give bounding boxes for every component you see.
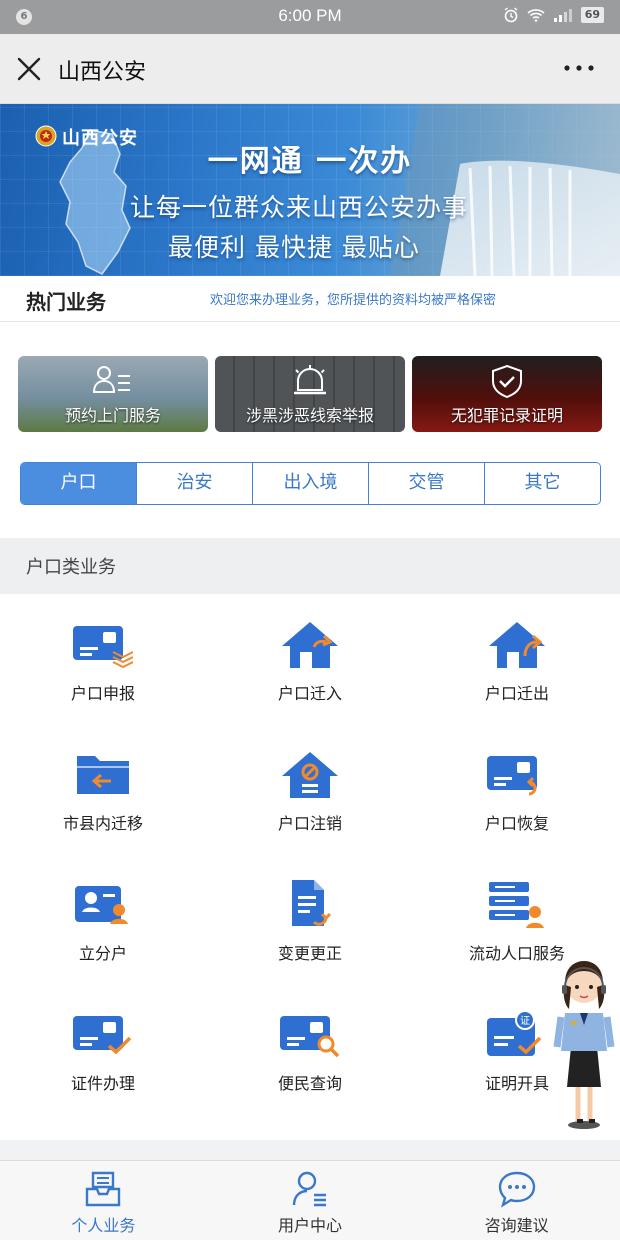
app-screen: 6 6:00 PM 69 山西公安 山西公安 一网通 一次办 让每一位群众来山西… bbox=[0, 0, 620, 1240]
id-card-restore-icon bbox=[487, 756, 537, 796]
service-label: 户口迁入 bbox=[277, 684, 342, 703]
certificate-check-icon: 证 bbox=[487, 1010, 542, 1056]
chat-bubble-icon bbox=[498, 1171, 535, 1208]
svg-text:证: 证 bbox=[520, 1015, 530, 1027]
signal-icon bbox=[553, 9, 572, 22]
hot-card-crime-report[interactable]: 涉黑涉恶线索举报 bbox=[215, 356, 405, 432]
tab-exit-entry[interactable]: 出入境 bbox=[253, 463, 369, 504]
hot-card-label: 涉黑涉恶线索举报 bbox=[245, 406, 374, 425]
id-card-search-icon bbox=[280, 1016, 340, 1058]
hot-services-title: 热门业务 bbox=[26, 290, 106, 314]
more-options-icon[interactable] bbox=[562, 58, 596, 78]
nav-label: 用户中心 bbox=[278, 1216, 343, 1235]
banner-headline: 一网通 一次办 bbox=[207, 144, 413, 179]
alarm-icon bbox=[504, 7, 518, 23]
service-hukou-move-out[interactable]: 户口迁出 bbox=[414, 594, 620, 724]
service-grid: 户口申报 户口迁入 户口迁出 市县内迁移 户口注销 户口恢复 立分户 变更更正 … bbox=[0, 594, 620, 1140]
folder-arrow-icon bbox=[77, 756, 129, 794]
service-convenience-query[interactable]: 便民查询 bbox=[207, 984, 413, 1114]
list-person-icon bbox=[489, 882, 544, 928]
category-title: 户口类业务 bbox=[26, 557, 116, 578]
house-cancel-icon bbox=[282, 752, 338, 798]
service-label: 市县内迁移 bbox=[62, 814, 143, 833]
hot-card-no-criminal-record[interactable]: 无犯罪记录证明 bbox=[412, 356, 602, 432]
service-label: 变更更正 bbox=[277, 944, 342, 963]
service-hukou-move-in[interactable]: 户口迁入 bbox=[207, 594, 413, 724]
service-label: 户口迁出 bbox=[484, 684, 549, 703]
nav-user-center[interactable]: 用户中心 bbox=[207, 1161, 414, 1240]
service-change-correction[interactable]: 变更更正 bbox=[207, 854, 413, 984]
service-label: 证件办理 bbox=[70, 1074, 135, 1093]
nav-consult-suggest[interactable]: 咨询建议 bbox=[413, 1161, 620, 1240]
hot-card-label: 无犯罪记录证明 bbox=[450, 406, 563, 425]
banner-slogan-line-2: 最便利 最快捷 最贴心 bbox=[168, 233, 420, 262]
user-icon bbox=[292, 1171, 326, 1207]
inbox-tray-icon bbox=[86, 1171, 121, 1207]
wifi-icon bbox=[527, 9, 545, 22]
id-card-layers-icon bbox=[73, 626, 133, 669]
alarm-light-icon bbox=[294, 365, 326, 395]
tab-traffic[interactable]: 交管 bbox=[369, 463, 485, 504]
person-list-icon bbox=[92, 366, 130, 393]
nav-label: 个人业务 bbox=[71, 1216, 136, 1235]
tab-other[interactable]: 其它 bbox=[485, 463, 600, 504]
id-card-person-icon bbox=[75, 886, 128, 924]
close-icon[interactable] bbox=[16, 56, 42, 82]
welcome-notice: 欢迎您来办理业务，您所提供的资料均被严格保密 bbox=[210, 293, 497, 308]
nav-label: 咨询建议 bbox=[484, 1216, 549, 1235]
house-arrow-out-icon bbox=[489, 622, 545, 668]
bottom-navigation: 个人业务 用户中心 咨询建议 bbox=[0, 1160, 620, 1240]
service-label: 户口注销 bbox=[277, 814, 342, 833]
service-label: 户口恢复 bbox=[484, 814, 549, 833]
shield-check-icon bbox=[492, 364, 522, 398]
police-assistant-avatar[interactable] bbox=[553, 955, 615, 1131]
hot-card-label: 预约上门服务 bbox=[64, 406, 161, 425]
service-split-household[interactable]: 立分户 bbox=[0, 854, 206, 984]
id-card-check-icon bbox=[73, 1016, 132, 1055]
title-bar: 山西公安 bbox=[0, 34, 620, 104]
status-bar: 6 6:00 PM 69 bbox=[0, 0, 620, 34]
service-label: 便民查询 bbox=[277, 1074, 342, 1093]
hot-card-home-visit[interactable]: 预约上门服务 bbox=[18, 356, 208, 432]
house-arrow-in-icon bbox=[282, 622, 338, 668]
document-refresh-icon bbox=[292, 880, 332, 926]
service-intra-county-move[interactable]: 市县内迁移 bbox=[0, 724, 206, 854]
service-hukou-restore[interactable]: 户口恢复 bbox=[414, 724, 620, 854]
hot-services-header: 热门业务 欢迎您来办理业务，您所提供的资料均被严格保密 bbox=[0, 276, 620, 322]
service-hukou-cancel[interactable]: 户口注销 bbox=[207, 724, 413, 854]
hot-services-section: 热门业务 欢迎您来办理业务，您所提供的资料均被严格保密 预约上门服务 涉黑涉恶线… bbox=[0, 276, 620, 538]
page-title: 山西公安 bbox=[58, 60, 147, 85]
battery-indicator: 69 bbox=[580, 7, 604, 23]
category-header: 户口类业务 bbox=[0, 538, 620, 594]
banner-slogan-line-1: 让每一位群众来山西公安办事 bbox=[130, 193, 469, 222]
nav-personal-business[interactable]: 个人业务 bbox=[0, 1161, 207, 1240]
service-label: 立分户 bbox=[78, 944, 127, 963]
hot-service-cards: 预约上门服务 涉黑涉恶线索举报 无犯罪记录证明 bbox=[18, 356, 602, 432]
tab-hukou[interactable]: 户口 bbox=[21, 463, 137, 504]
status-icons: 69 bbox=[503, 7, 604, 23]
service-hukou-declare[interactable]: 户口申报 bbox=[0, 594, 206, 724]
service-label: 户口申报 bbox=[70, 684, 135, 703]
service-category-tabs: 户口 治安 出入境 交管 其它 bbox=[20, 462, 601, 505]
promo-banner[interactable]: 山西公安 一网通 一次办 让每一位群众来山西公安办事 最便利 最快捷 最贴心 bbox=[0, 104, 620, 276]
service-id-documents[interactable]: 证件办理 bbox=[0, 984, 206, 1114]
tab-public-security[interactable]: 治安 bbox=[137, 463, 253, 504]
